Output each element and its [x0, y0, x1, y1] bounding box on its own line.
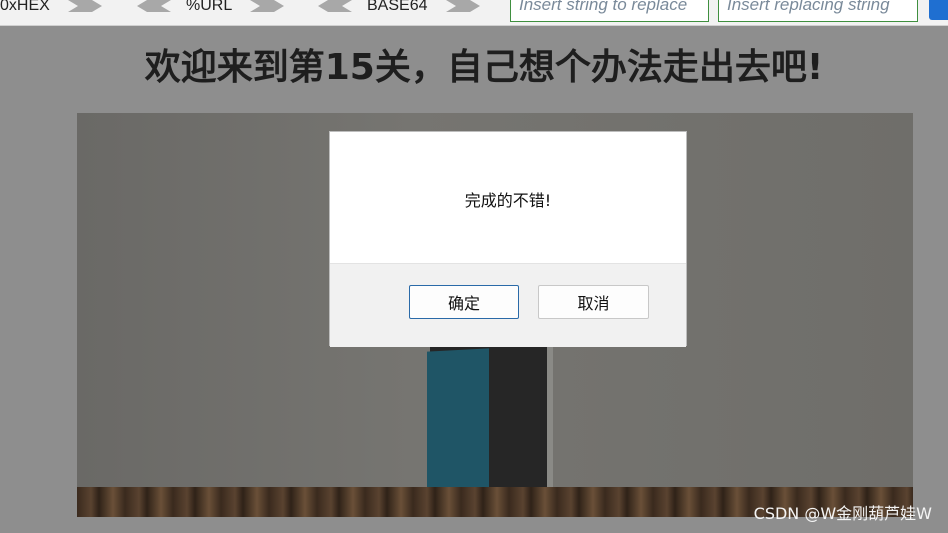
arrow-right-icon[interactable]: [444, 0, 482, 14]
toolbar: 0xHEX %URL BASE64 Insert string to repla…: [0, 0, 948, 26]
page-title: 欢迎来到第15关，自己想个办法走出去吧!: [144, 47, 824, 88]
alert-dialog: 完成的不错! 确定 取消: [329, 131, 687, 347]
watermark: CSDN @W金刚葫芦娃W: [753, 504, 932, 523]
dialog-footer: 确定 取消: [330, 263, 686, 347]
hex-encode-label[interactable]: 0xHEX: [0, 0, 50, 16]
replace-string-input[interactable]: Insert string to replace: [510, 0, 709, 22]
cancel-button[interactable]: 取消: [538, 285, 649, 319]
arrow-right-icon[interactable]: [248, 0, 286, 14]
dialog-message: 完成的不错!: [464, 191, 552, 210]
replacing-string-input[interactable]: Insert replacing string: [718, 0, 918, 22]
base64-encode-label[interactable]: BASE64: [367, 0, 427, 16]
url-encode-label[interactable]: %URL: [186, 0, 232, 16]
door: [427, 348, 489, 500]
arrow-left-icon[interactable]: [316, 0, 354, 14]
arrow-right-icon[interactable]: [66, 0, 104, 14]
ok-button[interactable]: 确定: [409, 285, 519, 319]
arrow-left-icon[interactable]: [135, 0, 173, 14]
checkbox[interactable]: [929, 0, 948, 20]
